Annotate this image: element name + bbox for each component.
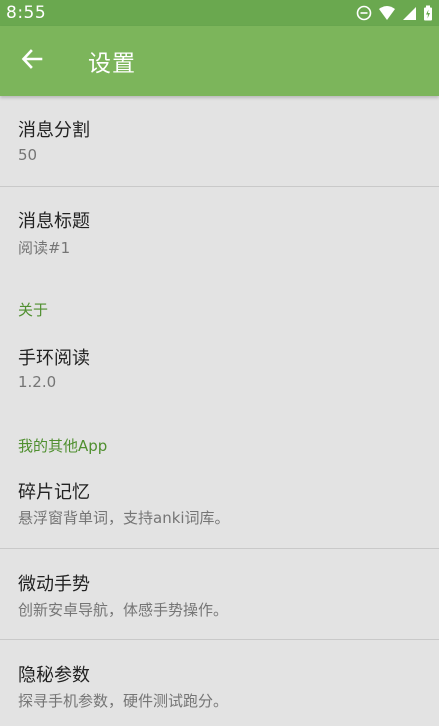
- pref-summary: 探寻手机参数，硬件测试跑分。: [18, 692, 229, 710]
- arrow-back-icon: [21, 48, 43, 74]
- pref-summary: 阅读#1: [18, 239, 71, 257]
- category-other-apps: 我的其他App: [18, 437, 108, 455]
- pref-hidden-params[interactable]: 隐秘参数 探寻手机参数，硬件测试跑分。: [0, 640, 439, 726]
- pref-summary: 1.2.0: [18, 373, 57, 391]
- pref-title: 碎片记忆: [18, 482, 90, 503]
- pref-fragment-memory[interactable]: 碎片记忆 悬浮窗背单词，支持anki词库。: [0, 460, 439, 548]
- pref-summary: 悬浮窗背单词，支持anki词库。: [18, 509, 230, 527]
- wifi-icon: [378, 5, 396, 21]
- pref-message-split[interactable]: 消息分割 50: [0, 96, 439, 186]
- category-about: 关于: [18, 301, 49, 319]
- pref-message-title[interactable]: 消息标题 阅读#1: [0, 187, 439, 275]
- pref-app-version[interactable]: 手环阅读 1.2.0: [0, 326, 439, 416]
- status-bar: 8:55: [0, 0, 439, 26]
- status-time: 8:55: [6, 3, 47, 23]
- page-title: 设置: [88, 51, 136, 77]
- app-bar: 设置: [0, 26, 439, 96]
- back-button[interactable]: [0, 26, 64, 96]
- pref-summary: 创新安卓导航，体感手势操作。: [18, 601, 229, 619]
- status-icons: [356, 5, 433, 21]
- pref-micro-gesture[interactable]: 微动手势 创新安卓导航，体感手势操作。: [0, 549, 439, 639]
- pref-title: 隐秘参数: [18, 665, 90, 686]
- battery-icon: [423, 5, 433, 21]
- pref-summary: 50: [18, 146, 38, 164]
- pref-title: 微动手势: [18, 574, 90, 595]
- signal-icon: [402, 5, 417, 21]
- pref-title: 消息分割: [18, 120, 90, 141]
- do-not-disturb-icon: [356, 5, 372, 21]
- pref-title: 手环阅读: [18, 348, 90, 369]
- pref-title: 消息标题: [18, 211, 90, 232]
